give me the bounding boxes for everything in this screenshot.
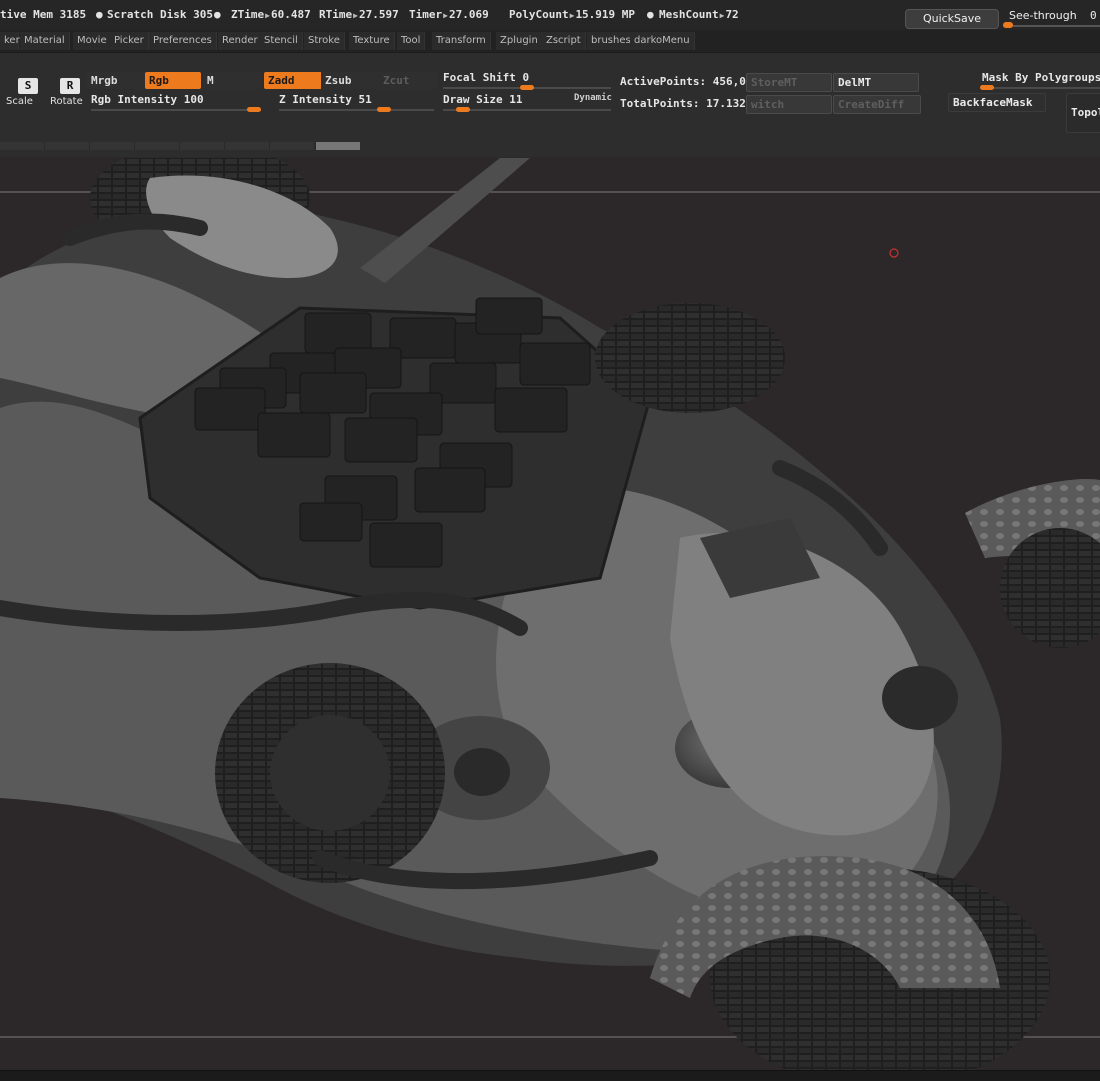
menu-item-picker[interactable]: Picker bbox=[110, 32, 149, 50]
canvas-viewport[interactable] bbox=[0, 158, 1100, 1070]
right-rear-fender bbox=[965, 478, 1100, 648]
strip-segment bbox=[0, 142, 46, 150]
zadd-button[interactable]: Zadd bbox=[264, 72, 322, 89]
strip-segment bbox=[45, 142, 91, 150]
draw-size-slider-handle[interactable] bbox=[456, 107, 470, 112]
menu-item-brushes[interactable]: brushes bbox=[587, 32, 636, 50]
strip-segment bbox=[90, 142, 136, 150]
topology-button[interactable]: Topol bbox=[1066, 93, 1100, 133]
scratch-disk-readout: Scratch Disk 305 bbox=[107, 8, 213, 21]
rgb-intensity-label: Rgb Intensity 100 bbox=[91, 93, 204, 106]
mask-by-polygroups-slider-handle[interactable] bbox=[980, 85, 994, 90]
z-intensity-slider[interactable] bbox=[279, 109, 434, 111]
see-through-slider-handle[interactable] bbox=[1003, 22, 1013, 28]
rtime-readout: RTime▶27.597 bbox=[319, 8, 399, 21]
scale-label: Scale bbox=[6, 96, 33, 107]
strip-segment bbox=[180, 142, 226, 150]
menu-item-render[interactable]: Render bbox=[218, 32, 263, 50]
rear-left-wheel bbox=[595, 303, 785, 413]
strip-segment bbox=[225, 142, 271, 150]
delmt-button[interactable]: DelMT bbox=[833, 73, 919, 92]
bottom-shelf bbox=[0, 1070, 1100, 1081]
ztime-readout: ZTime▶60.487 bbox=[231, 8, 311, 21]
z-intensity-slider-handle[interactable] bbox=[377, 107, 391, 112]
see-through-slider[interactable] bbox=[1003, 25, 1100, 27]
zcut-button[interactable]: Zcut bbox=[379, 72, 437, 89]
active-points-readout: ActivePoints: 456,023 bbox=[620, 75, 760, 88]
quicksave-button[interactable]: QuickSave bbox=[905, 9, 999, 29]
menu-item-zplugin[interactable]: Zplugin bbox=[496, 32, 543, 50]
polycount-readout: PolyCount▶15.919 MP bbox=[509, 8, 636, 21]
dot-separator: ● bbox=[647, 8, 654, 21]
draw-size-label: Draw Size 11 bbox=[443, 93, 523, 106]
mrgb-button[interactable]: Mrgb bbox=[87, 72, 145, 89]
menu-item-texture[interactable]: Texture bbox=[349, 32, 395, 50]
sculpt-model-render bbox=[0, 158, 1100, 1070]
menu-item-darkomenu[interactable]: darkoMenu bbox=[630, 32, 695, 50]
front-wheel bbox=[215, 663, 445, 883]
timer-readout: Timer▶27.069 bbox=[409, 8, 489, 21]
dynamic-toggle[interactable]: Dynamic bbox=[574, 93, 612, 103]
strip-segment bbox=[135, 142, 181, 150]
z-intensity-label: Z Intensity 51 bbox=[279, 93, 372, 106]
focal-shift-label: Focal Shift 0 bbox=[443, 71, 530, 84]
m-button[interactable]: M bbox=[203, 72, 261, 89]
meshcount-readout: MeshCount▶72 bbox=[659, 8, 739, 21]
menu-item-transform[interactable]: Transform bbox=[432, 32, 491, 50]
strip-segment-active[interactable] bbox=[316, 142, 360, 150]
zsub-button[interactable]: Zsub bbox=[321, 72, 379, 89]
switch-button[interactable]: witch bbox=[746, 95, 832, 114]
menu-item-stencil[interactable]: Stencil bbox=[260, 32, 303, 50]
storemt-button[interactable]: StoreMT bbox=[746, 73, 832, 92]
total-points-readout: TotalPoints: 17.132 Mil bbox=[620, 97, 746, 110]
menu-item-stroke[interactable]: Stroke bbox=[304, 32, 345, 50]
scale-icon[interactable]: S bbox=[18, 78, 38, 94]
active-mem-readout: tive Mem 3185 bbox=[0, 8, 87, 21]
strip-segment bbox=[270, 142, 316, 150]
dot-separator: ● bbox=[96, 8, 103, 21]
progress-strip bbox=[0, 142, 360, 150]
menu-item-movie[interactable]: Movie bbox=[73, 32, 112, 50]
rotate-icon[interactable]: R bbox=[60, 78, 80, 94]
mask-by-polygroups-label: Mask By Polygroups bbox=[982, 71, 1100, 84]
rgb-button[interactable]: Rgb bbox=[145, 72, 201, 89]
menu-item-preferences[interactable]: Preferences bbox=[149, 32, 217, 50]
menu-item-material[interactable]: Material bbox=[20, 32, 70, 50]
see-through-value: 0 bbox=[1090, 9, 1097, 22]
menu-item-zscript[interactable]: Zscript bbox=[542, 32, 586, 50]
menu-item-picker-partial[interactable]: ker bbox=[0, 32, 20, 50]
backface-mask-button[interactable]: BackfaceMask bbox=[948, 93, 1046, 112]
brush-cursor bbox=[889, 248, 899, 258]
create-diff-mesh-button[interactable]: CreateDiff Me bbox=[833, 95, 921, 114]
see-through-label: See-through bbox=[1009, 9, 1077, 22]
menu-item-tool[interactable]: Tool bbox=[397, 32, 426, 50]
focal-shift-slider-handle[interactable] bbox=[520, 85, 534, 90]
rgb-intensity-slider-handle[interactable] bbox=[247, 107, 261, 112]
rgb-intensity-slider[interactable] bbox=[91, 109, 261, 111]
dot-separator: ● bbox=[214, 8, 221, 21]
mask-by-polygroups-slider[interactable] bbox=[980, 87, 1100, 89]
rotate-label: Rotate bbox=[50, 96, 83, 107]
